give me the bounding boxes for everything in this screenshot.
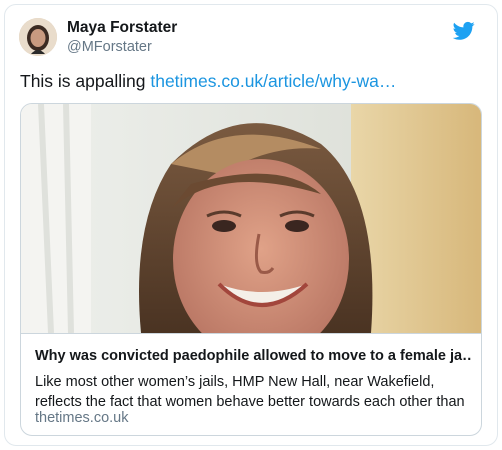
- tweet-text: This is appalling thetimes.co.uk/article…: [20, 71, 396, 92]
- author-handle[interactable]: @MForstater: [67, 39, 152, 55]
- card-title[interactable]: Why was convicted paedophile allowed to …: [35, 348, 471, 364]
- card-divider: [21, 333, 481, 334]
- article-link[interactable]: thetimes.co.uk/article/why-wa…: [150, 71, 396, 91]
- link-preview-card[interactable]: Why was convicted paedophile allowed to …: [20, 103, 482, 436]
- card-domain: thetimes.co.uk: [35, 410, 129, 426]
- author-name[interactable]: Maya Forstater: [67, 19, 177, 37]
- avatar[interactable]: [19, 18, 57, 56]
- article-photo[interactable]: [21, 104, 481, 333]
- twitter-bird-icon[interactable]: [452, 21, 475, 41]
- card-description: Like most other women’s jails, HMP New H…: [35, 374, 465, 410]
- tweet-text-body: This is appalling: [20, 71, 151, 91]
- tweet-card[interactable]: Maya Forstater @MForstater This is appal…: [4, 4, 498, 446]
